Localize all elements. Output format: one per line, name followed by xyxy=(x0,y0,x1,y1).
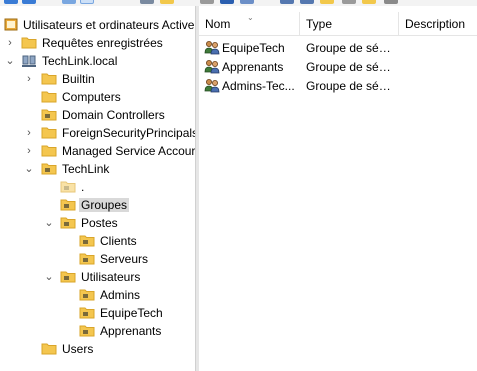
organizational-unit-icon xyxy=(60,216,76,229)
back-icon[interactable] xyxy=(4,0,18,4)
chevron-right-icon[interactable]: › xyxy=(24,127,34,139)
organizational-unit-icon xyxy=(79,324,95,337)
chevron-right-icon[interactable]: › xyxy=(5,37,15,49)
new-ou-icon[interactable] xyxy=(320,0,334,4)
new-user-icon[interactable] xyxy=(280,0,294,4)
group-icon xyxy=(204,78,220,93)
tree-item-label: Groupes xyxy=(79,198,130,212)
tree-item-groupes[interactable]: Groupes xyxy=(0,196,195,214)
organizational-unit-icon xyxy=(41,108,57,121)
group-icon xyxy=(204,59,220,74)
find-icon[interactable] xyxy=(362,0,376,4)
tree-root[interactable]: Utilisateurs et ordinateurs Active xyxy=(0,16,195,34)
tree-item-label: Requêtes enregistrées xyxy=(42,36,163,50)
group-type: Groupe de séc... xyxy=(306,60,394,74)
export-icon[interactable] xyxy=(160,0,174,4)
details-list: ⌄ Nom Type Description EquipeTech Groupe… xyxy=(199,6,477,371)
tree-item-label: Admins xyxy=(100,288,141,302)
tree-item-label: EquipeTech xyxy=(100,306,163,320)
console-tree: Utilisateurs et ordinateurs Active › Req… xyxy=(0,6,195,371)
group-type: Groupe de séc... xyxy=(306,79,394,93)
folder-icon xyxy=(41,144,57,157)
forward-icon[interactable] xyxy=(22,0,36,4)
up-icon[interactable] xyxy=(62,0,76,4)
tree-item-foreign-security-principals[interactable]: › ForeignSecurityPrincipals xyxy=(0,124,195,142)
list-item[interactable]: EquipeTech Groupe de séc... xyxy=(199,38,477,57)
tree-item-managed-service-accounts[interactable]: › Managed Service Accour xyxy=(0,142,195,160)
chevron-down-icon[interactable]: ⌄ xyxy=(44,217,54,229)
help-icon[interactable] xyxy=(220,0,234,4)
properties-icon[interactable] xyxy=(140,0,154,4)
tree-item-utilisateurs[interactable]: ⌄ Utilisateurs xyxy=(0,268,195,286)
tree-item-label: Domain Controllers xyxy=(62,108,165,122)
organizational-unit-icon xyxy=(60,180,76,193)
tree-item-label: Apprenants xyxy=(100,324,162,338)
tree-item-label: Computers xyxy=(62,90,121,104)
tree-item-domain-controllers[interactable]: Domain Controllers xyxy=(0,106,195,124)
column-header-description[interactable]: Description xyxy=(399,12,477,36)
folder-icon xyxy=(41,126,57,139)
tree-item-label: Serveurs xyxy=(100,252,149,266)
group-name: Apprenants xyxy=(222,60,284,74)
group-name: EquipeTech xyxy=(222,41,285,55)
tree-item-label: Managed Service Accour xyxy=(62,144,195,158)
tree-item-dot[interactable]: . xyxy=(0,178,195,196)
tree-item-domain[interactable]: ⌄ TechLink.local xyxy=(0,52,195,70)
folder-icon xyxy=(41,72,57,85)
organizational-unit-icon xyxy=(79,234,95,247)
column-header-name[interactable]: Nom xyxy=(199,12,300,36)
tree-item-equipetech[interactable]: EquipeTech xyxy=(0,304,195,322)
refresh-icon[interactable] xyxy=(200,0,214,4)
list-item[interactable]: Apprenants Groupe de séc... xyxy=(199,57,477,76)
show-tree-icon[interactable] xyxy=(80,0,94,4)
organizational-unit-icon xyxy=(79,288,95,301)
tree-item-label: Utilisateurs xyxy=(81,270,141,284)
group-name: Admins-Tec... xyxy=(222,79,295,93)
tree-item-postes[interactable]: ⌄ Postes xyxy=(0,214,195,232)
organizational-unit-icon xyxy=(41,162,57,175)
chevron-down-icon[interactable]: ⌄ xyxy=(44,271,54,283)
tree-item-builtin[interactable]: › Builtin xyxy=(0,70,195,88)
console-root-icon xyxy=(4,18,20,31)
view-icon[interactable] xyxy=(240,0,254,4)
tree-item-users[interactable]: Users xyxy=(0,340,195,358)
tree-item-label: TechLink xyxy=(62,162,110,176)
group-type: Groupe de séc... xyxy=(306,41,394,55)
folder-icon xyxy=(41,342,57,355)
column-header-type[interactable]: Type xyxy=(300,12,399,36)
tree-item-label: Clients xyxy=(100,234,137,248)
folder-icon xyxy=(41,90,57,103)
organizational-unit-icon xyxy=(60,198,76,211)
tree-item-computers[interactable]: Computers xyxy=(0,88,195,106)
organizational-unit-icon xyxy=(79,306,95,319)
tree-item-techlink[interactable]: ⌄ TechLink xyxy=(0,160,195,178)
tree-item-label: TechLink.local xyxy=(42,54,118,68)
chevron-right-icon[interactable]: › xyxy=(24,73,34,85)
new-group-icon[interactable] xyxy=(300,0,314,4)
organizational-unit-icon xyxy=(79,252,95,265)
tree-item-label: Users xyxy=(62,342,94,356)
tree-item-saved-queries[interactable]: › Requêtes enregistrées xyxy=(0,34,195,52)
folder-icon xyxy=(21,36,37,49)
chevron-right-icon[interactable]: › xyxy=(24,145,34,157)
group-icon xyxy=(204,40,220,55)
chevron-down-icon[interactable]: ⌄ xyxy=(5,55,15,67)
list-item[interactable]: Admins-Tec... Groupe de séc... xyxy=(199,76,477,95)
tree-item-label: Builtin xyxy=(62,72,95,86)
tree-item-admins[interactable]: Admins xyxy=(0,286,195,304)
tree-root-label: Utilisateurs et ordinateurs Active xyxy=(23,18,195,32)
tree-item-serveurs[interactable]: Serveurs xyxy=(0,250,195,268)
tree-item-label: Postes xyxy=(81,216,118,230)
filter-icon[interactable] xyxy=(342,0,356,4)
tree-item-label: . xyxy=(81,180,85,194)
organizational-unit-icon xyxy=(60,270,76,283)
tree-item-label: ForeignSecurityPrincipals xyxy=(62,126,195,140)
add-to-group-icon[interactable] xyxy=(384,0,398,4)
tree-item-clients[interactable]: Clients xyxy=(0,232,195,250)
domain-icon xyxy=(21,54,37,67)
chevron-down-icon[interactable]: ⌄ xyxy=(24,163,34,175)
tree-item-apprenants[interactable]: Apprenants xyxy=(0,322,195,340)
